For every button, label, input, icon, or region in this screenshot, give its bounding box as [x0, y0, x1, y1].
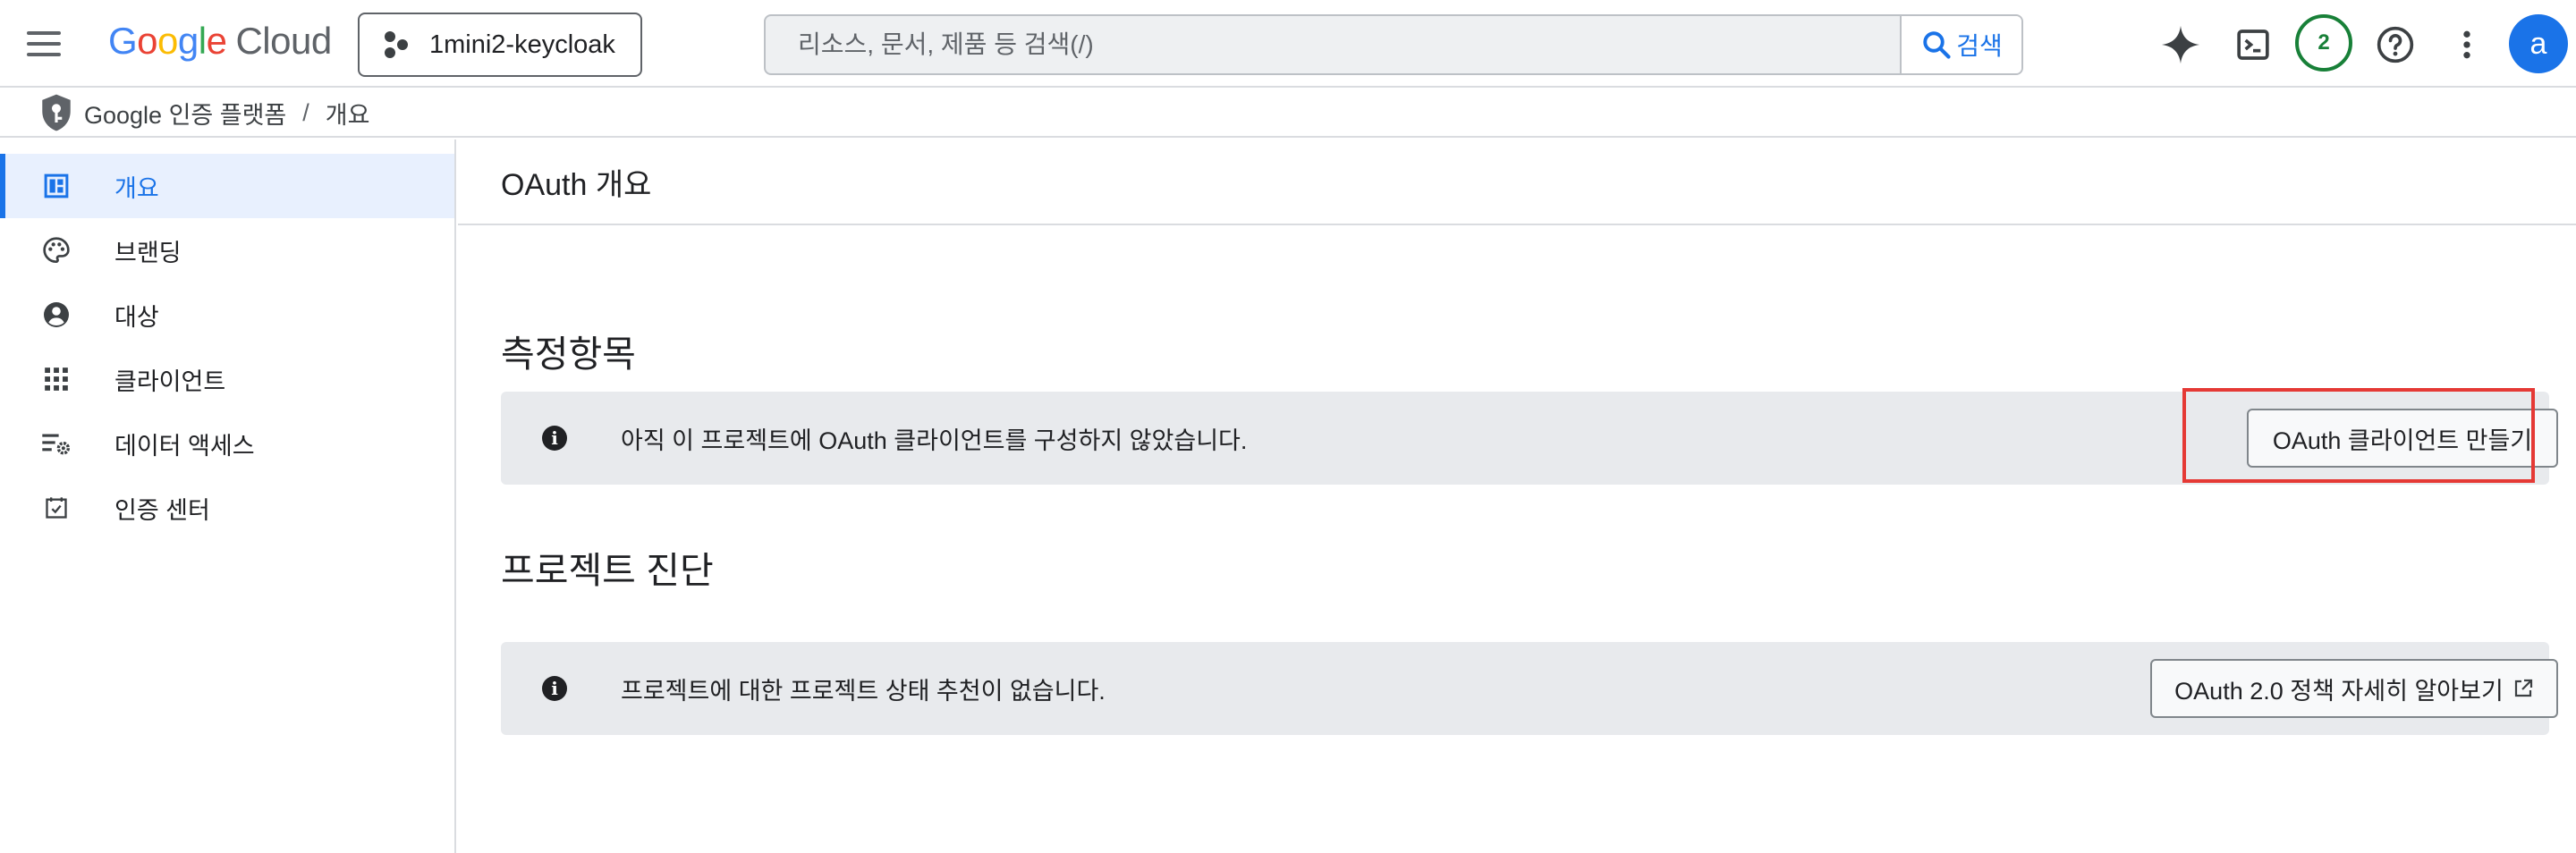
page-title: OAuth 개요	[501, 167, 652, 202]
sidebar-item-overview[interactable]: 개요	[0, 154, 454, 218]
metrics-section-title: 측정항목	[501, 334, 636, 375]
project-name: 1mini2-keycloak	[429, 30, 615, 59]
sidebar-item-label: 대상	[114, 303, 159, 331]
sidebar-item-label: 브랜딩	[114, 239, 182, 266]
breadcrumb: Google 인증 플랫폼 / 개요	[0, 89, 2576, 138]
sidebar-item-label: 데이터 액세스	[114, 432, 255, 460]
search-input[interactable]	[766, 16, 1900, 73]
main-content: OAuth 개요 측정항목 i 아직 이 프로젝트에 OAuth 클라이언트를 …	[458, 139, 2576, 853]
sidebar-item-clients[interactable]: 클라이언트	[0, 347, 454, 411]
oauth-policy-learn-more-button[interactable]: OAuth 2.0 정책 자세히 알아보기	[2150, 659, 2558, 718]
main-menu-icon[interactable]	[27, 24, 66, 63]
cloud-shell-terminal-icon[interactable]	[2231, 22, 2275, 67]
oauth-policy-learn-more-label: OAuth 2.0 정책 자세히 알아보기	[2174, 677, 2504, 705]
verified-calendar-icon	[41, 493, 72, 523]
data-settings-icon	[41, 428, 72, 459]
open-in-new-icon	[2514, 679, 2532, 697]
sidebar-item-verification-center[interactable]: 인증 센터	[0, 476, 454, 540]
notifications-badge[interactable]: 2	[2295, 14, 2352, 72]
dashboard-icon	[41, 171, 72, 201]
page-header: OAuth 개요	[458, 139, 2576, 225]
sidebar-item-label: 클라이언트	[114, 367, 226, 395]
palette-icon	[41, 235, 72, 266]
apps-grid-icon	[41, 364, 72, 394]
account-avatar[interactable]: a	[2509, 14, 2568, 73]
info-icon: i	[542, 676, 567, 701]
info-icon: i	[542, 426, 567, 451]
highlight-annotation-box	[2182, 388, 2535, 483]
diagnostics-info-message: 프로젝트에 대한 프로젝트 상태 추천이 없습니다.	[621, 677, 1106, 705]
sidebar-item-branding[interactable]: 브랜딩	[0, 218, 454, 283]
metrics-info-message: 아직 이 프로젝트에 OAuth 클라이언트를 구성하지 않았습니다.	[621, 426, 1248, 454]
shield-key-icon	[42, 94, 71, 131]
breadcrumb-current: 개요	[325, 101, 370, 129]
sidebar-item-label: 인증 센터	[114, 496, 210, 524]
search-bar: 검색	[764, 14, 2023, 75]
sidebar-item-label: 개요	[114, 174, 159, 202]
sidebar-item-audience[interactable]: 대상	[0, 283, 454, 347]
search-icon	[1923, 31, 1951, 59]
gemini-sparkle-icon[interactable]	[2158, 22, 2203, 67]
sidebar-item-data-access[interactable]: 데이터 액세스	[0, 411, 454, 476]
diagnostics-section-title: 프로젝트 진단	[501, 550, 714, 591]
google-cloud-logo[interactable]: Google Cloud	[108, 20, 332, 63]
top-app-bar: GoogleCloud 1mini2-keycloak 검색 2	[0, 0, 2576, 88]
project-selector-button[interactable]: 1mini2-keycloak	[358, 13, 642, 77]
sidebar-nav: 개요 브랜딩 대상 클라이언트 데이터 액세스 인증 센터	[0, 139, 456, 853]
breadcrumb-product-link[interactable]: Google 인증 플랫폼	[84, 96, 286, 131]
project-nodes-icon	[385, 31, 410, 58]
search-button[interactable]: 검색	[1900, 16, 2021, 73]
more-vert-icon[interactable]	[2445, 22, 2489, 67]
help-icon[interactable]	[2373, 22, 2418, 67]
search-button-label: 검색	[1956, 32, 2003, 60]
breadcrumb-separator: /	[302, 98, 309, 126]
diagnostics-info-banner: i 프로젝트에 대한 프로젝트 상태 추천이 없습니다. OAuth 2.0 정…	[501, 642, 2558, 735]
account-circle-icon	[41, 300, 72, 330]
